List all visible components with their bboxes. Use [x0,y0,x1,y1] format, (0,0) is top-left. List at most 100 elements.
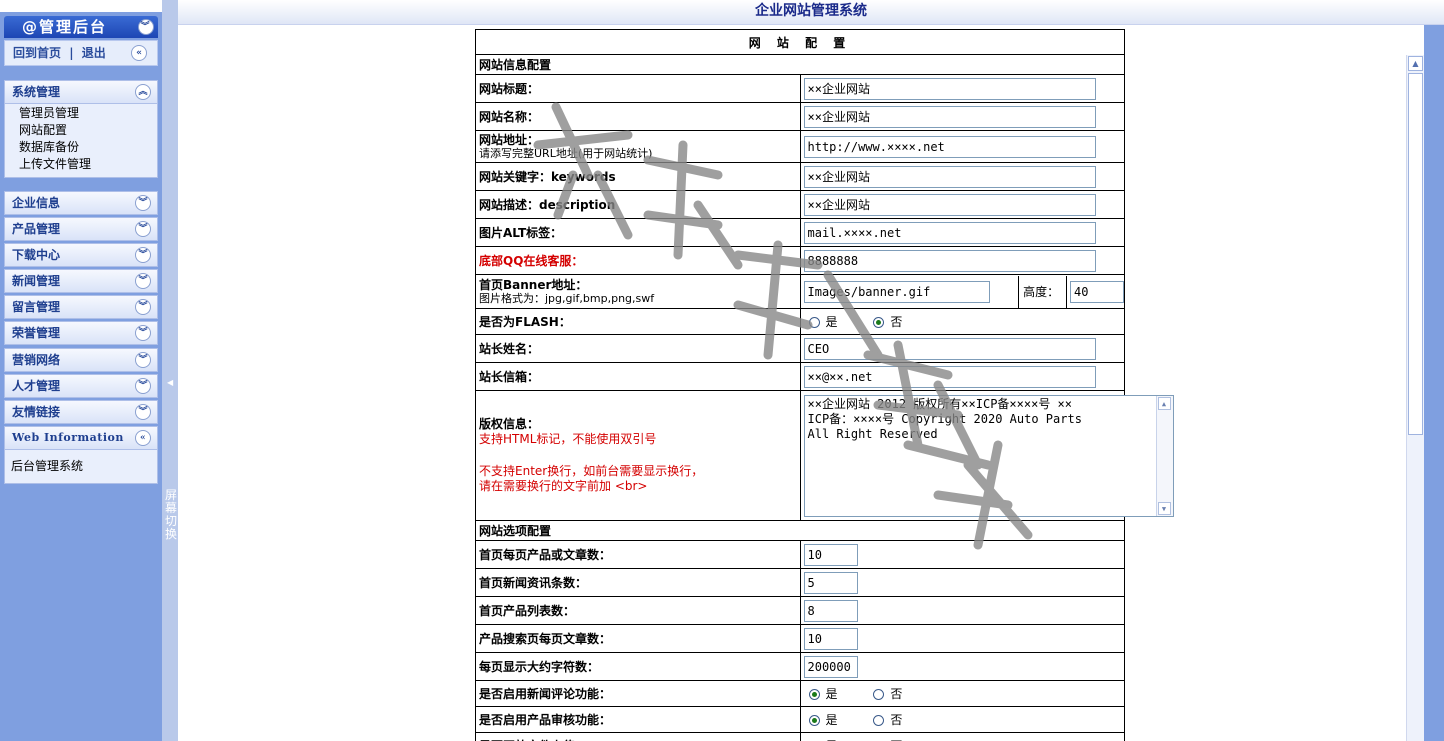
admin-name-input[interactable]: CEO [803,337,1096,360]
copyright-line: All Right Reserved [807,426,938,441]
option-input[interactable]: 5 [803,571,858,594]
site-url-label: 网站地址： [479,132,540,147]
option-label: 首页每页产品或文章数： [475,540,801,569]
table-row: 网站地址： 请添写完整URL地址(用于网站统计) http://www.××××… [475,130,1125,163]
keywords-input[interactable]: ××企业网站 [803,165,1096,188]
option-label: 首页新闻资讯条数： [475,568,801,597]
copyright-line: ××企业网站 2012 版权所有××ICP备××××号 ×× [807,396,1073,411]
option-input[interactable]: 10 [803,543,858,566]
menu-head-system[interactable]: 系统管理 ︽ [4,80,158,104]
collapse-left-icon[interactable]: « [131,45,147,61]
menu-head-label: 下载中心 [12,248,61,262]
copyright-line: ICP备：××××号 Copyright 2020 Auto Parts [807,411,1082,426]
news-comment-no-radio[interactable] [873,689,885,700]
copyright-textarea[interactable]: ××企业网站 2012 版权所有××ICP备××××号 ×× ICP备：××××… [803,394,1174,517]
site-url-label-cell: 网站地址： 请添写完整URL地址(用于网站统计) [475,130,801,163]
site-title-input[interactable]: ××企业网站 [803,77,1096,100]
menu-head-marketing[interactable]: 营销网络 ︾ [4,348,158,372]
qq-input[interactable]: 8888888 [803,249,1096,272]
screen-switch-toggle[interactable]: 屏幕切换 [164,489,178,541]
menu-head-label: 人才管理 [12,379,61,393]
sidebar-item-db-backup[interactable]: 数据库备份 [5,139,157,156]
scroll-up-icon[interactable]: ▲ [1157,396,1171,410]
img-alt-label: 图片ALT标签： [475,218,801,247]
table-row: 首页产品列表数： 8 [475,596,1125,625]
site-config-table: 网 站 配 置 网站信息配置 网站标题： ××企业网站 网站名称： ××企业网站… [475,29,1174,741]
table-row: 首页新闻资讯条数： 5 [475,568,1125,597]
split-arrow-icon[interactable]: ◀ [167,378,173,387]
menu-head-products[interactable]: 产品管理 ︾ [4,217,158,241]
site-name-input[interactable]: ××企业网站 [803,105,1096,128]
news-comment-yes-radio[interactable] [808,689,820,700]
site-url-hint: 请添写完整URL地址(用于网站统计) [479,146,653,160]
table-row: 站长姓名： CEO [475,334,1125,363]
menu-head-news[interactable]: 新闻管理 ︾ [4,269,158,293]
menu-head-company[interactable]: 企业信息 ︾ [4,191,158,215]
flash-label: 是否为FLASH： [475,308,801,335]
banner-label: 首页Banner地址： [479,277,588,292]
copyright-hint-br: 请在需要换行的文字前加 <br> [479,479,648,493]
option-input[interactable]: 10 [803,627,858,650]
option-input[interactable]: 200000 [803,655,858,678]
news-comment-no-label: 否 [890,687,903,701]
table-row: 网站名称： ××企业网站 [475,102,1125,131]
menu-head-links[interactable]: 友情链接 ︾ [4,400,158,424]
scroll-down-icon[interactable]: ▼ [1157,501,1171,515]
menu-head-downloads[interactable]: 下载中心 ︾ [4,243,158,267]
description-input[interactable]: ××企业网站 [803,193,1096,216]
chevron-down-icon[interactable]: ︾ [135,378,151,394]
chevron-down-icon[interactable]: ︾ [135,195,151,211]
admin-email-label: 站长信箱： [475,362,801,391]
product-review-label: 是否启用产品审核功能： [475,706,801,733]
flash-no-radio[interactable] [873,317,885,328]
product-review-no-radio[interactable] [873,715,885,726]
menu-head-talent[interactable]: 人才管理 ︾ [4,374,158,398]
product-review-yes-radio[interactable] [808,715,820,726]
chevron-up-icon[interactable]: ︽ [135,84,151,100]
split-bar[interactable] [162,0,178,741]
site-url-input[interactable]: http://www.××××.net [803,135,1096,158]
menu-head-label: 系统管理 [12,85,61,99]
banner-height-input[interactable]: 40 [1070,280,1124,303]
news-comment-yes-label: 是 [825,687,838,701]
option-label: 每页显示大约字符数： [475,652,801,681]
page-scrollbar[interactable]: ▲ ▼ [1406,55,1424,741]
chevron-down-icon[interactable]: ︾ [135,273,151,289]
flash-yes-radio[interactable] [808,317,820,328]
scroll-up-icon[interactable]: ▲ [1408,56,1423,71]
sidebar-item-upload-files[interactable]: 上传文件管理 [5,156,157,173]
table-row: 首页每页产品或文章数： 10 [475,540,1125,569]
chevron-down-icon[interactable]: ︾ [135,247,151,263]
flash-radio-group: 是 否 [799,308,1125,335]
flash-no-label: 否 [890,315,903,329]
menu-head-honors[interactable]: 荣誉管理 ︾ [4,321,158,345]
sidebar-item-site-config[interactable]: 网站配置 [5,122,157,139]
sidebar-item-admin[interactable]: 管理员管理 [5,105,157,122]
menu-head-label: 友情链接 [12,405,61,419]
product-review-no-label: 否 [890,713,903,727]
table-row: 网站关键字：keywords ××企业网站 [475,162,1125,191]
menu-head-web-info[interactable]: Web Information « [4,426,158,450]
table-row: 是否启用新闻评论功能： 是 否 [475,680,1125,707]
menu-head-messages[interactable]: 留言管理 ︾ [4,295,158,319]
chevron-down-icon[interactable]: ︾ [135,352,151,368]
table-row: 版权信息： 支持HTML标记，不能使用双引号 不支持Enter换行，如前台需要显… [475,390,1174,521]
option-input[interactable]: 8 [803,599,858,622]
textarea-scrollbar[interactable]: ▲ ▼ [1155,395,1173,516]
logout-link[interactable]: 退出 [82,46,106,60]
collapse-icon[interactable]: ︾ [138,19,154,35]
home-link[interactable]: 回到首页 [13,46,61,60]
img-alt-input[interactable]: mail.××××.net [803,221,1096,244]
table-row: 首页Banner地址： 图片格式为：jpg,gif,bmp,png,swf Im… [475,274,1125,309]
scrollbar-thumb[interactable] [1408,73,1423,435]
chevron-down-icon[interactable]: ︾ [135,221,151,237]
table-row: 网站标题： ××企业网站 [475,74,1125,103]
menu-head-label: 荣誉管理 [12,326,61,340]
chevron-down-icon[interactable]: ︾ [135,325,151,341]
banner-input[interactable]: Images/banner.gif [803,280,990,303]
chevron-down-icon[interactable]: ︾ [135,404,151,420]
collapse-left-icon[interactable]: « [135,430,151,446]
copyright-label: 版权信息： [479,417,540,431]
admin-email-input[interactable]: ××@××.net [803,365,1096,388]
chevron-down-icon[interactable]: ︾ [135,299,151,315]
